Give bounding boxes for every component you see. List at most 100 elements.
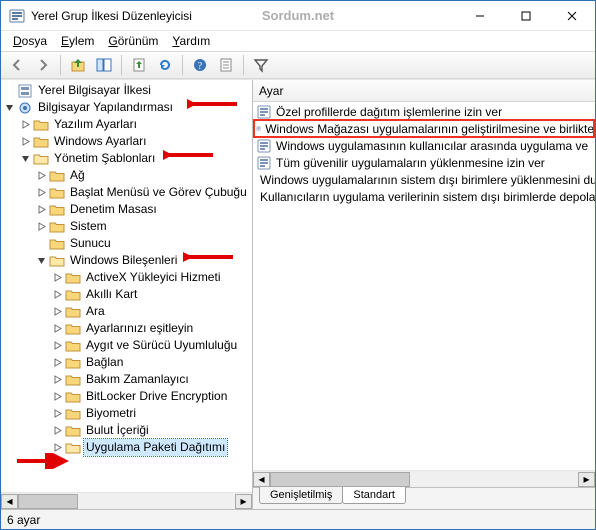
tree-server[interactable]: Sunucu bbox=[3, 235, 252, 252]
expand-toggle[interactable] bbox=[51, 408, 63, 420]
tree-wc-item[interactable]: Ayarlarınızı eşitleyin bbox=[3, 320, 252, 337]
expand-toggle[interactable] bbox=[51, 306, 63, 318]
menu-label: örünüm bbox=[118, 34, 159, 48]
expand-toggle[interactable] bbox=[51, 391, 63, 403]
tab-extended[interactable]: Genişletilmiş bbox=[259, 487, 343, 504]
tree-windows-components[interactable]: Windows Bileşenleri bbox=[3, 252, 252, 269]
folder-icon bbox=[65, 287, 81, 303]
expand-toggle[interactable] bbox=[35, 204, 47, 216]
menu-help[interactable]: Yardım bbox=[166, 32, 216, 50]
expand-toggle[interactable] bbox=[35, 255, 47, 267]
back-button[interactable] bbox=[5, 54, 29, 76]
refresh-button[interactable] bbox=[153, 54, 177, 76]
tree-wc-item[interactable]: Bağlan bbox=[3, 354, 252, 371]
menu-action[interactable]: Eylem bbox=[55, 32, 100, 50]
main-area: Yerel Bilgisayar İlkesiBilgisayar Yapıla… bbox=[1, 79, 595, 509]
list-pane: Ayar Özel profillerde dağıtım işlemlerin… bbox=[253, 80, 595, 509]
tree-hscrollbar[interactable]: ◂ ▸ bbox=[1, 492, 252, 509]
tree-label: Denetim Masası bbox=[68, 201, 159, 218]
menu-label: osya bbox=[22, 34, 47, 48]
list-body[interactable]: Özel profillerde dağıtım işlemlerine izi… bbox=[253, 102, 595, 470]
menubar: Dosya Eylem Görünüm Yardım bbox=[1, 31, 595, 51]
column-label: Ayar bbox=[259, 84, 283, 98]
list-row[interactable]: Tüm güvenilir uygulamaların yüklenmesine… bbox=[254, 154, 594, 171]
help-button[interactable]: ? bbox=[188, 54, 212, 76]
list-row[interactable]: Windows Mağazası uygulamalarının gelişti… bbox=[254, 120, 594, 137]
expand-toggle[interactable] bbox=[51, 374, 63, 386]
menu-label: ardım bbox=[180, 34, 211, 48]
scroll-left-button[interactable]: ◂ bbox=[1, 494, 18, 509]
expand-toggle[interactable] bbox=[19, 153, 31, 165]
tree-pane[interactable]: Yerel Bilgisayar İlkesiBilgisayar Yapıla… bbox=[1, 80, 253, 509]
tab-standard[interactable]: Standart bbox=[342, 487, 406, 504]
close-button[interactable] bbox=[549, 1, 595, 30]
list-item-label: Windows uygulamalarının sistem dışı biri… bbox=[260, 173, 595, 187]
folder-icon bbox=[65, 389, 81, 405]
maximize-button[interactable] bbox=[503, 1, 549, 30]
tree-wc-item[interactable]: ActiveX Yükleyici Hizmeti bbox=[3, 269, 252, 286]
tree-wc-item[interactable]: Uygulama Paketi Dağıtımı bbox=[3, 439, 252, 456]
tree-root[interactable]: Yerel Bilgisayar İlkesi bbox=[3, 82, 252, 99]
scroll-right-button[interactable]: ▸ bbox=[235, 494, 252, 509]
list-row[interactable]: Windows uygulamasının kullanıcılar arası… bbox=[254, 137, 594, 154]
list-column-header[interactable]: Ayar bbox=[253, 80, 595, 102]
scroll-right-button[interactable]: ▸ bbox=[578, 472, 595, 487]
expand-toggle[interactable] bbox=[35, 238, 47, 250]
expand-toggle[interactable] bbox=[19, 119, 31, 131]
export-button[interactable] bbox=[127, 54, 151, 76]
tree-network[interactable]: Ağ bbox=[3, 167, 252, 184]
list-item-label: Windows Mağazası uygulamalarının gelişti… bbox=[265, 122, 594, 136]
folder-icon bbox=[49, 202, 65, 218]
tree-control-panel[interactable]: Denetim Masası bbox=[3, 201, 252, 218]
show-hide-tree-button[interactable] bbox=[92, 54, 116, 76]
minimize-button[interactable] bbox=[457, 1, 503, 30]
menu-label: ylem bbox=[69, 34, 94, 48]
folder-icon bbox=[33, 151, 49, 167]
up-button[interactable] bbox=[66, 54, 90, 76]
tree-wc-item[interactable]: Biyometri bbox=[3, 405, 252, 422]
expand-toggle[interactable] bbox=[51, 272, 63, 284]
tree-label: Yönetim Şablonları bbox=[52, 150, 157, 167]
expand-toggle[interactable] bbox=[19, 136, 31, 148]
forward-button[interactable] bbox=[31, 54, 55, 76]
tree-label: Windows Bileşenleri bbox=[68, 252, 179, 269]
expand-toggle[interactable] bbox=[51, 425, 63, 437]
expand-toggle[interactable] bbox=[51, 323, 63, 335]
filter-button[interactable] bbox=[249, 54, 273, 76]
expand-toggle[interactable] bbox=[35, 221, 47, 233]
tree-label: Bulut İçeriği bbox=[84, 422, 151, 439]
folder-icon bbox=[65, 423, 81, 439]
list-row[interactable]: Windows uygulamalarının sistem dışı biri… bbox=[254, 171, 594, 188]
folder-icon bbox=[49, 236, 65, 252]
list-hscrollbar[interactable]: ◂ ▸ bbox=[253, 470, 595, 487]
list-row[interactable]: Kullanıcıların uygulama verilerinin sist… bbox=[254, 188, 594, 205]
tree-admin-templates[interactable]: Yönetim Şablonları bbox=[3, 150, 252, 167]
tree-wc-item[interactable]: Bakım Zamanlayıcı bbox=[3, 371, 252, 388]
tree-wc-item[interactable]: Ara bbox=[3, 303, 252, 320]
tree-computer-config[interactable]: Bilgisayar Yapılandırması bbox=[3, 99, 252, 116]
scroll-left-button[interactable]: ◂ bbox=[253, 472, 270, 487]
scroll-thumb[interactable] bbox=[18, 494, 78, 509]
expand-toggle[interactable] bbox=[3, 85, 15, 97]
properties-button[interactable] bbox=[214, 54, 238, 76]
menu-file[interactable]: Dosya bbox=[7, 32, 53, 50]
tree-system[interactable]: Sistem bbox=[3, 218, 252, 235]
tree-wc-item[interactable]: Aygıt ve Sürücü Uyumluluğu bbox=[3, 337, 252, 354]
list-row[interactable]: Özel profillerde dağıtım işlemlerine izi… bbox=[254, 103, 594, 120]
expand-toggle[interactable] bbox=[51, 289, 63, 301]
expand-toggle[interactable] bbox=[3, 102, 15, 114]
expand-toggle[interactable] bbox=[35, 187, 47, 199]
scroll-thumb[interactable] bbox=[270, 472, 410, 487]
expand-toggle[interactable] bbox=[51, 442, 63, 454]
tree-wc-item[interactable]: BitLocker Drive Encryption bbox=[3, 388, 252, 405]
expand-toggle[interactable] bbox=[35, 170, 47, 182]
tree-start-taskbar[interactable]: Başlat Menüsü ve Görev Çubuğu bbox=[3, 184, 252, 201]
list-item-label: Tüm güvenilir uygulamaların yüklenmesine… bbox=[276, 156, 545, 170]
tree-wc-item[interactable]: Bulut İçeriği bbox=[3, 422, 252, 439]
expand-toggle[interactable] bbox=[51, 340, 63, 352]
tree-software-settings[interactable]: Yazılım Ayarları bbox=[3, 116, 252, 133]
menu-view[interactable]: Görünüm bbox=[102, 32, 164, 50]
tree-windows-settings[interactable]: Windows Ayarları bbox=[3, 133, 252, 150]
expand-toggle[interactable] bbox=[51, 357, 63, 369]
tree-wc-item[interactable]: Akıllı Kart bbox=[3, 286, 252, 303]
